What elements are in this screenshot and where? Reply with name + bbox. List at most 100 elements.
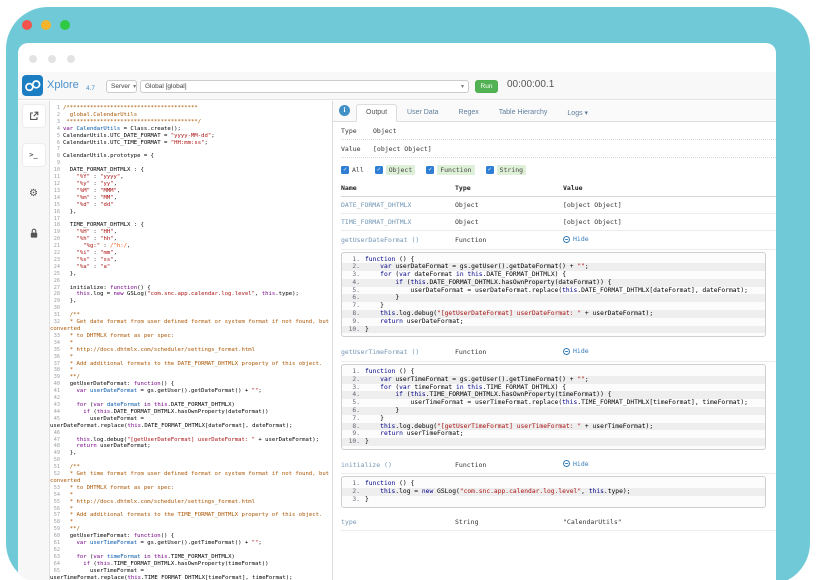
filter-string[interactable]: ✓ String <box>486 165 526 175</box>
line-number: 28 <box>50 291 60 298</box>
editor-line-code: "%g:" : /^h:/, <box>63 243 130 249</box>
code-line-text: return userDateFormat; <box>365 318 464 326</box>
property-name-link[interactable]: TIME_FORMAT_DHTMLX <box>341 218 455 226</box>
tab-logs[interactable]: Logs ▾ <box>557 104 598 122</box>
property-value: "CalendarUtils" <box>563 518 776 526</box>
editor-line-code: * <box>63 519 73 525</box>
code-line-text: var userTimeFormat = gs.getUser().getTim… <box>365 376 589 384</box>
line-number: 43 <box>50 402 60 409</box>
result-value-value: [object Object] <box>373 145 432 153</box>
minimize-window-button[interactable] <box>41 20 51 30</box>
table-row: getUserDateFormat () Function Hide <box>341 231 776 250</box>
line-number: 54 <box>50 492 60 499</box>
filter-object[interactable]: ✓ Object <box>375 165 415 175</box>
property-value: Hide <box>563 347 776 357</box>
code-line-number: 5. <box>342 399 360 407</box>
console-button[interactable]: >_ <box>23 144 45 166</box>
property-type: Function <box>455 461 563 469</box>
open-new-window-icon <box>29 111 39 121</box>
hide-link[interactable]: Hide <box>563 347 589 355</box>
open-new-window-button[interactable] <box>23 105 45 127</box>
line-number: 1 <box>50 105 60 112</box>
line-number: 6 <box>50 140 60 147</box>
editor-line-code: }, <box>63 209 76 215</box>
property-type: Object <box>455 218 563 226</box>
info-icon[interactable]: i <box>339 105 350 116</box>
settings-button[interactable]: ⚙ <box>23 183 45 205</box>
line-number: 22 <box>50 250 60 257</box>
editor-line: 34 * <box>50 340 332 347</box>
property-name-link[interactable]: initialize () <box>341 461 455 469</box>
code-line-text: this.log.debug("[getUserTimeFormat] user… <box>365 423 653 431</box>
filter-label: All <box>352 166 364 174</box>
code-line: 7. } <box>342 415 765 423</box>
close-window-button[interactable] <box>22 20 32 30</box>
editor-line: 58 * <box>50 519 332 526</box>
code-line: 5. userDateFormat = userDateFormat.repla… <box>342 287 765 295</box>
filter-all[interactable]: ✓ All <box>341 166 364 174</box>
code-line-text: return userTimeFormat; <box>365 430 464 438</box>
line-number: 30 <box>50 305 60 312</box>
app-window: Xplore 4.7 Server ▾ Global [global] ▾ Ru… <box>18 43 776 580</box>
tab-user-data[interactable]: User Data <box>397 104 449 122</box>
line-number: 19 <box>50 229 60 236</box>
code-line-text: } <box>365 496 369 504</box>
editor-line-code: * <box>63 340 73 346</box>
tab-bar: i Output User Data Regex Table Hierarchy… <box>333 101 776 122</box>
editor-line: 24 "%a" : "a" <box>50 264 332 271</box>
xplore-logo-icon <box>22 75 43 96</box>
line-number: 46 <box>50 430 60 437</box>
window-dot <box>67 55 75 63</box>
line-number: 15 <box>50 202 60 209</box>
editor-line-code: /*************************************** <box>63 105 198 111</box>
tab-output[interactable]: Output <box>356 104 397 122</box>
table-body: DATE_FORMAT_DHTMLX Object [object Object… <box>341 197 776 531</box>
result-type-row: Type Object <box>341 122 776 140</box>
editor-line: 59 **/ <box>50 526 332 533</box>
run-button[interactable]: Run <box>475 80 498 93</box>
script-editor[interactable]: 1/**************************************… <box>50 101 332 580</box>
tab-regex[interactable]: Regex <box>449 104 489 122</box>
app-version: 4.7 <box>86 85 95 92</box>
maximize-window-button[interactable] <box>60 20 70 30</box>
editor-line: 55 * http://docs.dhtmlx.com/scheduler/se… <box>50 499 332 506</box>
security-button[interactable] <box>23 222 45 244</box>
property-name-link[interactable]: getUserDateFormat () <box>341 236 455 244</box>
line-number: 58 <box>50 519 60 526</box>
filter-function[interactable]: ✓ Function <box>426 165 474 175</box>
code-line: 9. return userTimeFormat; <box>342 430 765 438</box>
line-number: 16 <box>50 209 60 216</box>
code-line-number: 3. <box>342 496 360 504</box>
result-summary: Type Object Value [object Object] <box>333 122 776 158</box>
editor-line: 64 if (this.TIME_FORMAT_DHTMLX.hasOwnPro… <box>50 561 332 568</box>
editor-line: 8CalendarUtils.prototype = { <box>50 153 332 160</box>
editor-line: 1/**************************************… <box>50 105 332 112</box>
code-line-number: 1. <box>342 256 360 264</box>
editor-line-code: * <box>63 367 73 373</box>
server-select[interactable]: Server ▾ <box>106 80 137 93</box>
scope-select[interactable]: Global [global] ▾ <box>140 80 469 93</box>
line-number: 59 <box>50 526 60 533</box>
app-header: Xplore 4.7 Server ▾ Global [global] ▾ Ru… <box>18 72 776 100</box>
property-value: Hide <box>563 235 776 245</box>
code-line-number: 8. <box>342 423 360 431</box>
line-number: 20 <box>50 236 60 243</box>
editor-line-code: CalendarUtils.UTC_DATE_FORMAT = "yyyy-MM… <box>63 133 215 139</box>
editor-line-code: "%i" : "mm", <box>63 250 117 256</box>
line-number: 9 <box>50 160 60 167</box>
editor-line: 9 <box>50 160 332 167</box>
hide-link[interactable]: Hide <box>563 460 589 468</box>
property-name-link[interactable]: DATE_FORMAT_DHTMLX <box>341 201 455 209</box>
editor-line-code: * <box>63 492 73 498</box>
checkbox-check-icon: ✓ <box>486 166 494 174</box>
property-name-link[interactable]: type <box>341 518 455 526</box>
code-line-number: 1. <box>342 368 360 376</box>
editor-line-code: ***************************************/ <box>63 119 201 125</box>
tab-table-hierarchy[interactable]: Table Hierarchy <box>489 104 558 122</box>
editor-line: 11 "%Y" : "yyyy", <box>50 174 332 181</box>
property-name-link[interactable]: getUserTimeFormat () <box>341 348 455 356</box>
line-number: 35 <box>50 347 60 354</box>
editor-line-code: * Add additional formats to the TIME_FOR… <box>63 512 322 518</box>
hide-link[interactable]: Hide <box>563 235 589 243</box>
editor-line-code: global.CalendarUtils <box>63 112 137 118</box>
